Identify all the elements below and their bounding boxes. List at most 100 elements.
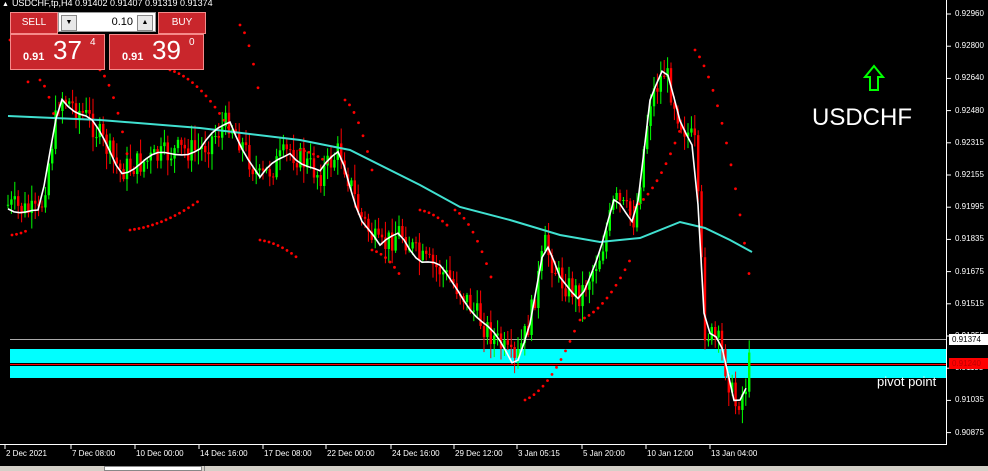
candle-body: [81, 111, 84, 113]
sar-dot: [160, 220, 163, 224]
price-axis-label: 0.92960: [955, 9, 984, 18]
sar-dot: [137, 227, 141, 230]
buy-price-big: 39: [152, 35, 181, 65]
time-axis-label: 24 Dec 16:00: [392, 449, 440, 458]
candle-body: [156, 149, 159, 161]
candle-body: [472, 310, 475, 312]
sar-dot: [19, 231, 23, 235]
sar-dot: [523, 398, 527, 402]
candle-body: [411, 242, 414, 249]
tab-bar-filler: [204, 466, 988, 471]
candle-body: [115, 157, 118, 164]
chart-header: ▲ USDCHF,tp,H4 0.91402 0.91407 0.91319 0.…: [2, 0, 213, 8]
sar-dot: [445, 223, 449, 227]
price-axis-label: 0.90875: [955, 427, 984, 437]
sar-dot: [128, 228, 132, 232]
sar-dot: [462, 216, 466, 220]
candle-body: [629, 201, 632, 216]
candle-body: [214, 136, 217, 138]
candle-body: [119, 163, 122, 170]
candle-body: [693, 128, 696, 136]
candle-body: [418, 242, 421, 260]
sar-dot: [298, 148, 302, 152]
sar-dot: [213, 105, 217, 109]
candle-body: [125, 158, 129, 180]
time-axis-label: 5 Jan 20:00: [583, 449, 625, 458]
sell-price-quote[interactable]: 0.91 37 4: [10, 34, 105, 70]
up-arrow-icon: [862, 64, 886, 91]
sar-dot: [489, 275, 493, 279]
price-axis-label: 0.91995: [955, 202, 984, 212]
sar-dot: [285, 249, 289, 252]
sar-dot: [619, 276, 622, 280]
sar-dot: [307, 150, 311, 154]
sar-dot: [601, 301, 604, 305]
candle-body: [323, 165, 326, 187]
sar-dot: [453, 208, 457, 212]
candle-body: [394, 236, 397, 251]
sar-dot: [458, 212, 461, 215]
sar-dot: [303, 149, 306, 153]
candle-body: [717, 330, 720, 338]
price-chart[interactable]: [0, 0, 988, 471]
lot-increase-icon[interactable]: ▲: [137, 15, 153, 31]
candle-body: [482, 325, 486, 338]
sell-button[interactable]: SELL: [10, 12, 58, 34]
sar-dot: [243, 31, 246, 35]
candle-body: [51, 148, 54, 164]
sar-dot: [388, 260, 392, 264]
candle-body: [71, 101, 74, 104]
candle-body: [618, 192, 622, 201]
sar-dot: [316, 155, 320, 158]
chart-tab[interactable]: [104, 466, 202, 471]
candle-body: [285, 144, 288, 150]
sell-price-prefix: 0.91: [23, 51, 45, 63]
sar-dot: [178, 211, 181, 215]
candle-body: [401, 226, 404, 237]
sell-price-big: 37: [53, 35, 82, 65]
candle-body: [278, 150, 282, 157]
candle-body: [136, 153, 139, 174]
candle-body: [95, 137, 98, 139]
lot-size-input[interactable]: [77, 14, 133, 30]
candle-body: [350, 180, 353, 187]
parabolic-sar-dots: [8, 23, 751, 402]
candle-body: [438, 267, 441, 275]
sell-price-pip: 4: [90, 37, 96, 48]
sar-dot: [173, 70, 176, 73]
sar-dot: [38, 78, 42, 82]
buy-button[interactable]: BUY: [158, 12, 206, 34]
candle-body: [91, 113, 95, 138]
sar-dot: [263, 239, 266, 243]
candle-body: [68, 101, 71, 104]
candle-body: [44, 195, 47, 208]
sar-dot: [485, 262, 488, 266]
time-axis-label: 29 Dec 12:00: [455, 449, 503, 458]
sar-dot: [664, 162, 668, 166]
collapse-triangle-icon[interactable]: ▲: [2, 1, 9, 8]
candle-body: [153, 149, 156, 153]
candle-body: [697, 135, 700, 192]
sar-dot: [716, 104, 719, 108]
candle-body: [85, 109, 88, 113]
sar-dot: [195, 85, 199, 89]
candle-body: [112, 140, 115, 158]
sar-dot: [707, 75, 710, 79]
candle-body: [554, 273, 557, 275]
price-axis-label: 0.92155: [955, 170, 984, 179]
candle-body: [353, 180, 356, 195]
sar-dot: [258, 238, 262, 242]
time-axis-label: 2 Dec 2021: [6, 449, 47, 458]
candle-body: [581, 284, 584, 307]
candle-body: [479, 303, 482, 326]
candle-body: [47, 163, 50, 196]
sar-dot: [238, 23, 242, 27]
lot-decrease-icon[interactable]: ▼: [61, 15, 77, 31]
candle-body: [251, 169, 254, 175]
candle-body: [163, 142, 166, 147]
buy-price-quote[interactable]: 0.91 39 0: [109, 34, 204, 70]
sar-dot: [587, 313, 591, 317]
sar-dot: [370, 168, 374, 172]
sar-dot: [610, 290, 613, 294]
sar-dot: [256, 86, 260, 90]
